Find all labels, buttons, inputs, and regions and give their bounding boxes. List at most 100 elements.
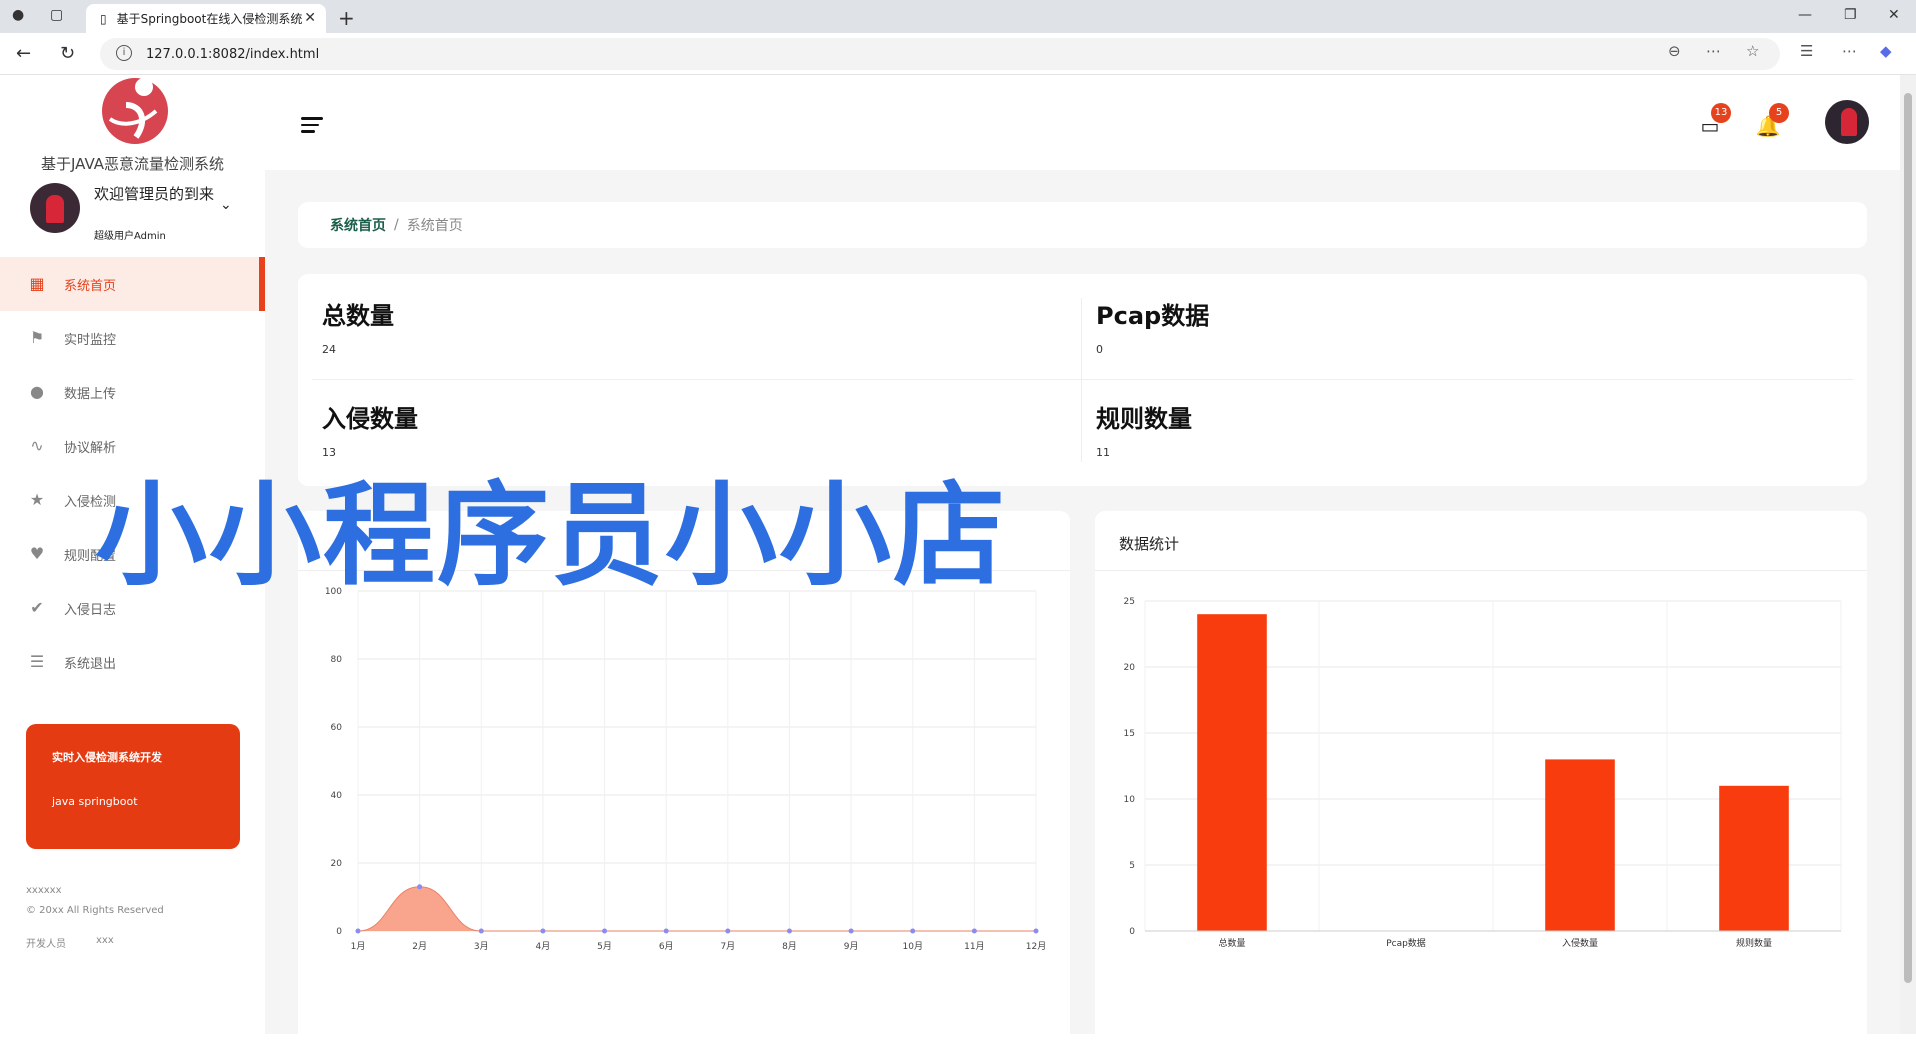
page-icon: ▯ xyxy=(100,11,107,26)
y-tick-label: 20 xyxy=(331,859,343,869)
x-tick-label: 6月 xyxy=(659,941,674,952)
list-icon: ☰ xyxy=(29,652,45,671)
bar-chart: 0 5 10 15 20 25 总数量 Pcap数据 入侵数量 规则数量 xyxy=(1124,597,1842,949)
restore-icon[interactable]: ❐ xyxy=(1844,7,1857,23)
minimize-icon[interactable]: — xyxy=(1798,7,1812,23)
user-role: 超级用户Admin xyxy=(94,231,166,242)
y-tick-label: 80 xyxy=(331,655,343,665)
data-point xyxy=(540,928,546,934)
heart-icon: ♥ xyxy=(29,544,45,563)
stat-value: 0 xyxy=(1096,343,1103,356)
data-point xyxy=(417,884,423,890)
site-info-icon[interactable]: i xyxy=(116,45,132,61)
data-point xyxy=(355,928,361,934)
scrollbar-thumb[interactable] xyxy=(1904,93,1912,983)
stat-label: 总数量 xyxy=(322,302,394,330)
sidebar-item-upload[interactable]: ● 数据上传 xyxy=(0,365,265,419)
stat-value: 24 xyxy=(322,343,336,356)
sidebar-item-label: 实时监控 xyxy=(64,332,117,348)
profile-icon[interactable]: ● xyxy=(12,7,24,23)
data-point xyxy=(848,928,854,934)
stat-pcap: Pcap数据 0 xyxy=(1096,296,1209,356)
notifications-badge: 5 xyxy=(1769,103,1789,123)
stat-value: 11 xyxy=(1096,446,1110,459)
dashboard-icon: ▦ xyxy=(29,274,45,293)
bar-chart-card: 数据统计 0 5 10 15 20 25 总数量 Pcap数据 入侵数量 规则数量 xyxy=(1095,511,1867,1056)
sidebar-item-label: 系统退出 xyxy=(64,656,117,672)
developer-name: xxx xyxy=(96,935,114,946)
bell-icon[interactable]: 🔔 5 xyxy=(1753,103,1789,141)
scrollbar[interactable] xyxy=(1900,75,1916,1034)
x-tick-label: 9月 xyxy=(844,941,859,952)
messages-badge: 13 xyxy=(1711,103,1731,123)
data-point xyxy=(971,928,977,934)
chevron-down-icon[interactable]: ⌄ xyxy=(220,197,232,213)
x-tick-label: 12月 xyxy=(1026,941,1046,952)
address-bar[interactable]: i 127.0.0.1:8082/index.html xyxy=(100,38,1780,70)
browser-tab-strip: ● ▢ ▯ 基于Springboot在线入侵检测系统 ✕ + — ❐ ✕ xyxy=(0,0,1916,33)
footer-text: xxxxxx xyxy=(26,885,62,896)
y-tick-label: 10 xyxy=(1124,795,1136,805)
data-point xyxy=(478,928,484,934)
x-tick-label: Pcap数据 xyxy=(1386,937,1426,949)
activity-icon: ∿ xyxy=(30,436,44,455)
sidebar-item-label: 数据上传 xyxy=(64,386,117,402)
bar xyxy=(1545,759,1615,931)
browser-tab[interactable]: ▯ 基于Springboot在线入侵检测系统 ✕ xyxy=(86,4,326,33)
promo-subtitle: java springboot xyxy=(52,795,138,808)
copyright: © 20xx All Rights Reserved xyxy=(26,905,164,916)
y-tick-label: 40 xyxy=(331,791,343,801)
y-tick-label: 0 xyxy=(1129,927,1135,937)
header: ▭ 13 🔔 5 xyxy=(265,75,1900,170)
logo xyxy=(102,78,168,144)
sidebar-item-logout[interactable]: ☰ 系统退出 xyxy=(0,635,265,689)
star-icon: ★ xyxy=(29,490,45,509)
bar xyxy=(1719,785,1789,931)
breadcrumb-home[interactable]: 系统首页 xyxy=(330,215,386,235)
sidebar-item-monitor[interactable]: ⚑ 实时监控 xyxy=(0,311,265,365)
x-tick-label: 4月 xyxy=(536,941,551,952)
breadcrumb-separator: / xyxy=(394,217,399,233)
messages-icon[interactable]: ▭ 13 xyxy=(1695,103,1731,141)
data-point xyxy=(663,928,669,934)
new-tab-icon[interactable]: + xyxy=(338,6,355,30)
menu-toggle-icon[interactable] xyxy=(301,117,323,133)
favorites-list-icon[interactable]: ☰ xyxy=(1800,42,1813,60)
close-tab-icon[interactable]: ✕ xyxy=(304,10,316,26)
bar xyxy=(1197,614,1267,931)
tab-title: 基于Springboot在线入侵检测系统 xyxy=(116,12,303,26)
x-tick-label: 5月 xyxy=(597,941,612,952)
more-icon[interactable]: ⋯ xyxy=(1842,42,1857,60)
x-tick-label: 10月 xyxy=(903,941,923,952)
watermark: 小小程序员小小店 xyxy=(95,471,1007,601)
read-aloud-icon[interactable]: ⋯ xyxy=(1706,42,1721,60)
user-greeting: 欢迎管理员的到来 xyxy=(94,185,215,203)
app: 基于JAVA恶意流量检测系统 欢迎管理员的到来 超级用户Admin ⌄ ▦ 系统… xyxy=(0,75,1900,1056)
tab-actions-icon[interactable]: ▢ xyxy=(50,7,63,23)
divider xyxy=(1081,298,1082,462)
favorite-icon[interactable]: ☆ xyxy=(1746,42,1759,60)
url-text: 127.0.0.1:8082/index.html xyxy=(146,46,320,62)
info-icon: ● xyxy=(30,382,44,401)
user-panel[interactable]: 欢迎管理员的到来 超级用户Admin ⌄ xyxy=(30,183,250,242)
copilot-icon[interactable]: ◆ xyxy=(1880,42,1892,60)
sidebar-item-home[interactable]: ▦ 系统首页 xyxy=(0,257,265,311)
developer-label: 开发人员 xyxy=(26,939,66,950)
y-tick-label: 20 xyxy=(1124,663,1136,673)
flag-icon: ⚑ xyxy=(29,328,45,347)
stat-total: 总数量 24 xyxy=(322,296,394,356)
reload-icon[interactable]: ↻ xyxy=(60,43,75,64)
header-avatar[interactable] xyxy=(1825,100,1869,144)
x-tick-label: 11月 xyxy=(964,941,984,952)
address-row: ← ↻ i 127.0.0.1:8082/index.html ⊖ ⋯ ☆ ☰ … xyxy=(0,33,1916,75)
x-tick-label: 2月 xyxy=(412,941,427,952)
close-window-icon[interactable]: ✕ xyxy=(1888,7,1900,23)
back-icon[interactable]: ← xyxy=(16,43,31,64)
x-tick-label: 8月 xyxy=(782,941,797,952)
y-tick-label: 15 xyxy=(1124,729,1135,739)
zoom-icon[interactable]: ⊖ xyxy=(1668,42,1681,60)
y-tick-label: 5 xyxy=(1129,861,1135,871)
stat-label: 入侵数量 xyxy=(322,405,418,433)
area-series xyxy=(358,886,1036,931)
data-point xyxy=(602,928,608,934)
